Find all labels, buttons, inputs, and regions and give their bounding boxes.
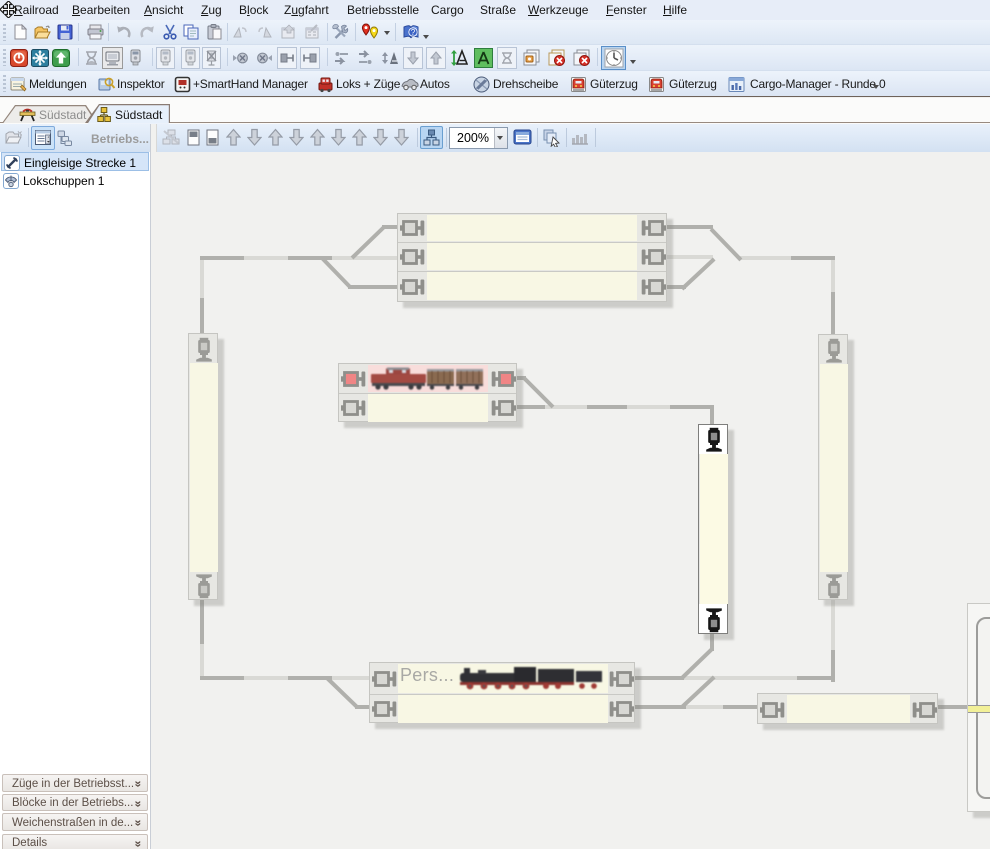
svg-text:?: ? [411, 28, 416, 37]
